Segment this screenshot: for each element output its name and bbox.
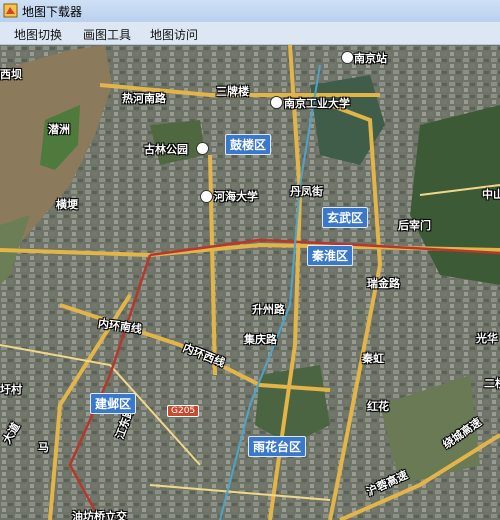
place-label: 热河南路 xyxy=(122,92,166,105)
title-bar: 地图下载器 xyxy=(0,0,500,23)
place-label: 河海大学 xyxy=(214,190,258,203)
poi-icon xyxy=(200,190,213,203)
place-label: 秦虹 xyxy=(362,352,384,365)
district-label: 秦淮区 xyxy=(307,245,354,266)
place-label: 丹凤街 xyxy=(290,185,323,198)
district-label: 鼓楼区 xyxy=(225,134,272,155)
poi-icon xyxy=(270,96,283,109)
map-view[interactable]: 南京站 三牌楼 热河南路 南京工业大学 古林公园 河海大学 丹凤街 后宰门 瑞金… xyxy=(0,45,500,520)
place-label: 后宰门 xyxy=(398,219,431,232)
menu-bar: 地图切换 画图工具 地图访问 xyxy=(0,22,500,45)
place-label: 瑞金路 xyxy=(367,277,400,290)
district-label: 雨花台区 xyxy=(248,436,307,457)
place-label: 红花 xyxy=(367,400,389,413)
place-label: 马 xyxy=(38,441,49,454)
poi-icon xyxy=(196,142,209,155)
place-label: 南京站 xyxy=(354,52,387,65)
district-label: 玄武区 xyxy=(322,207,369,228)
place-label: 古林公园 xyxy=(144,143,188,156)
place-label: 集庆路 xyxy=(244,333,277,346)
menu-draw-tools[interactable]: 画图工具 xyxy=(83,26,131,43)
place-label: 二桥 xyxy=(484,377,500,390)
place-label: 光华 xyxy=(476,332,498,345)
district-label: 建邺区 xyxy=(90,393,137,414)
place-label: 升州路 xyxy=(252,303,285,316)
station-icon xyxy=(341,51,354,64)
place-label: 圩村 xyxy=(0,383,22,396)
menu-map-switch[interactable]: 地图切换 xyxy=(14,26,62,43)
highway-badge: G205 xyxy=(167,405,200,417)
place-label: 中山 xyxy=(482,188,500,201)
place-label: 潜洲 xyxy=(48,123,70,136)
window-title: 地图下载器 xyxy=(22,5,83,19)
place-label: 横埂 xyxy=(56,198,78,211)
place-label: 南京工业大学 xyxy=(284,97,350,110)
place-label: 三牌楼 xyxy=(216,85,249,98)
place-label: 油坊桥立交 xyxy=(72,510,127,520)
menu-map-access[interactable]: 地图访问 xyxy=(150,26,198,43)
app-icon xyxy=(3,3,18,18)
place-label: 西坝 xyxy=(0,68,22,81)
